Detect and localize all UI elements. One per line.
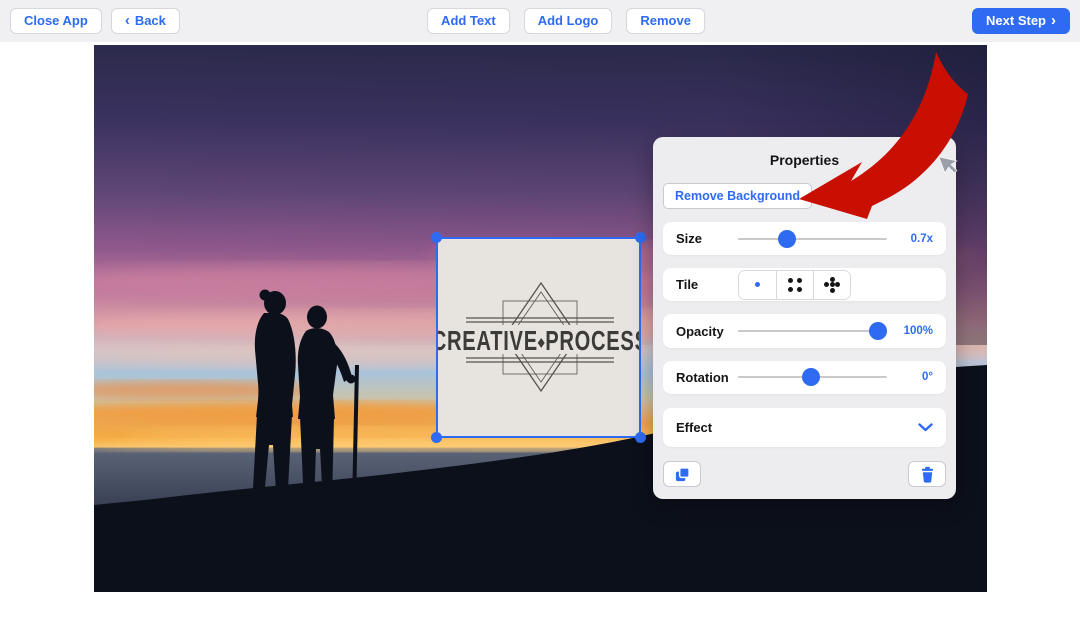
add-logo-button[interactable]: Add Logo xyxy=(524,8,613,34)
opacity-value: 100% xyxy=(897,325,933,337)
panel-footer xyxy=(663,461,946,487)
resize-handle-bottom-left[interactable] xyxy=(431,432,442,443)
rotation-slider[interactable] xyxy=(738,368,887,386)
logo-text-left: CREATIVE xyxy=(438,326,538,357)
tile-segmented-control xyxy=(738,270,851,300)
tile-option-single-dot[interactable] xyxy=(739,271,776,299)
chevron-left-icon: ‹ xyxy=(125,15,130,27)
size-slider-thumb[interactable] xyxy=(778,230,796,248)
opacity-slider-thumb[interactable] xyxy=(869,322,887,340)
tile-label: Tile xyxy=(676,277,738,292)
tile-row: Tile xyxy=(663,268,946,301)
logo-text-right: PROCESS xyxy=(545,326,639,357)
creative-process-logo: CREATIVE◆PROCESS xyxy=(438,239,639,436)
back-button[interactable]: ‹ Back xyxy=(111,8,180,34)
add-logo-label: Add Logo xyxy=(538,14,599,28)
logo-separator: ◆ xyxy=(537,337,545,350)
resize-handle-top-left[interactable] xyxy=(431,232,442,243)
duplicate-button[interactable] xyxy=(663,461,701,487)
toolbar-center-group: Add Text Add Logo Remove xyxy=(427,8,705,34)
resize-handle-top-right[interactable] xyxy=(635,232,646,243)
rotation-label: Rotation xyxy=(676,370,738,385)
delete-button[interactable] xyxy=(908,461,946,487)
close-app-button[interactable]: Close App xyxy=(10,8,102,34)
rotation-slider-thumb[interactable] xyxy=(802,368,820,386)
close-app-label: Close App xyxy=(24,14,88,28)
opacity-row: Opacity 100% xyxy=(663,314,946,347)
four-dots-icon xyxy=(788,278,802,292)
copy-icon xyxy=(674,466,691,483)
add-text-label: Add Text xyxy=(441,14,496,28)
add-text-button[interactable]: Add Text xyxy=(427,8,510,34)
tile-option-five-dots[interactable] xyxy=(813,271,850,299)
size-slider[interactable] xyxy=(738,230,887,248)
chevron-right-icon: › xyxy=(1051,15,1056,27)
toolbar: Close App ‹ Back Add Text Add Logo Remov… xyxy=(0,0,1080,42)
size-label: Size xyxy=(676,231,738,246)
opacity-slider-track[interactable] xyxy=(738,330,887,332)
rotation-row: Rotation 0° xyxy=(663,361,946,394)
single-dot-icon xyxy=(755,282,760,287)
resize-handle-bottom-right[interactable] xyxy=(635,432,646,443)
opacity-label: Opacity xyxy=(676,324,738,339)
toolbar-left-group: Close App ‹ Back xyxy=(10,8,180,34)
remove-button[interactable]: Remove xyxy=(626,8,705,34)
size-value: 0.7x xyxy=(897,233,933,245)
properties-panel: Properties Remove Background Size 0.7x T… xyxy=(653,137,956,499)
next-step-button[interactable]: Next Step › xyxy=(972,8,1070,34)
logo-selection-box[interactable]: CREATIVE◆PROCESS xyxy=(436,237,641,438)
chevron-down-icon xyxy=(918,423,933,432)
opacity-slider[interactable] xyxy=(738,322,887,340)
next-step-label: Next Step xyxy=(986,14,1046,28)
remove-background-button[interactable]: Remove Background xyxy=(663,183,812,209)
effect-label: Effect xyxy=(676,420,738,435)
five-dots-icon xyxy=(824,277,840,293)
remove-label: Remove xyxy=(640,14,691,28)
size-slider-track[interactable] xyxy=(738,238,887,240)
rotation-value: 0° xyxy=(897,371,933,383)
trash-icon xyxy=(920,466,935,483)
effect-dropdown[interactable]: Effect xyxy=(663,408,946,447)
panel-title: Properties xyxy=(663,152,946,168)
tile-option-four-dots[interactable] xyxy=(776,271,813,299)
back-label: Back xyxy=(135,14,166,28)
size-row: Size 0.7x xyxy=(663,222,946,255)
app-window: Close App ‹ Back Add Text Add Logo Remov… xyxy=(0,0,1080,620)
